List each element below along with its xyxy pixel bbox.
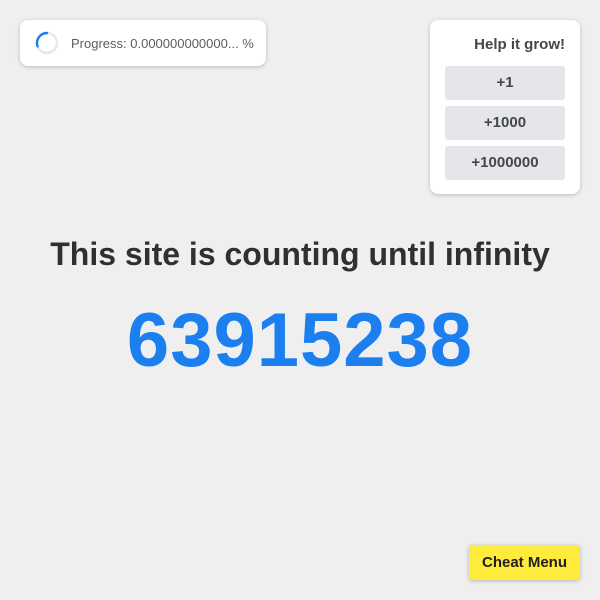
progress-card: Progress: 0.000000000000... % xyxy=(20,20,266,66)
progress-text: Progress: 0.000000000000... % xyxy=(71,35,254,51)
add-1000000-button[interactable]: +1000000 xyxy=(445,146,565,180)
help-panel: Help it grow! +1 +1000 +1000000 xyxy=(430,20,580,194)
add-1-button[interactable]: +1 xyxy=(445,66,565,100)
add-1000-button[interactable]: +1000 xyxy=(445,106,565,140)
help-title: Help it grow! xyxy=(474,36,565,53)
counter-value: 63915238 xyxy=(126,298,474,383)
page-title: This site is counting until infinity xyxy=(50,236,550,272)
loading-spinner-icon xyxy=(35,31,59,55)
cheat-menu-button[interactable]: Cheat Menu xyxy=(469,545,580,580)
